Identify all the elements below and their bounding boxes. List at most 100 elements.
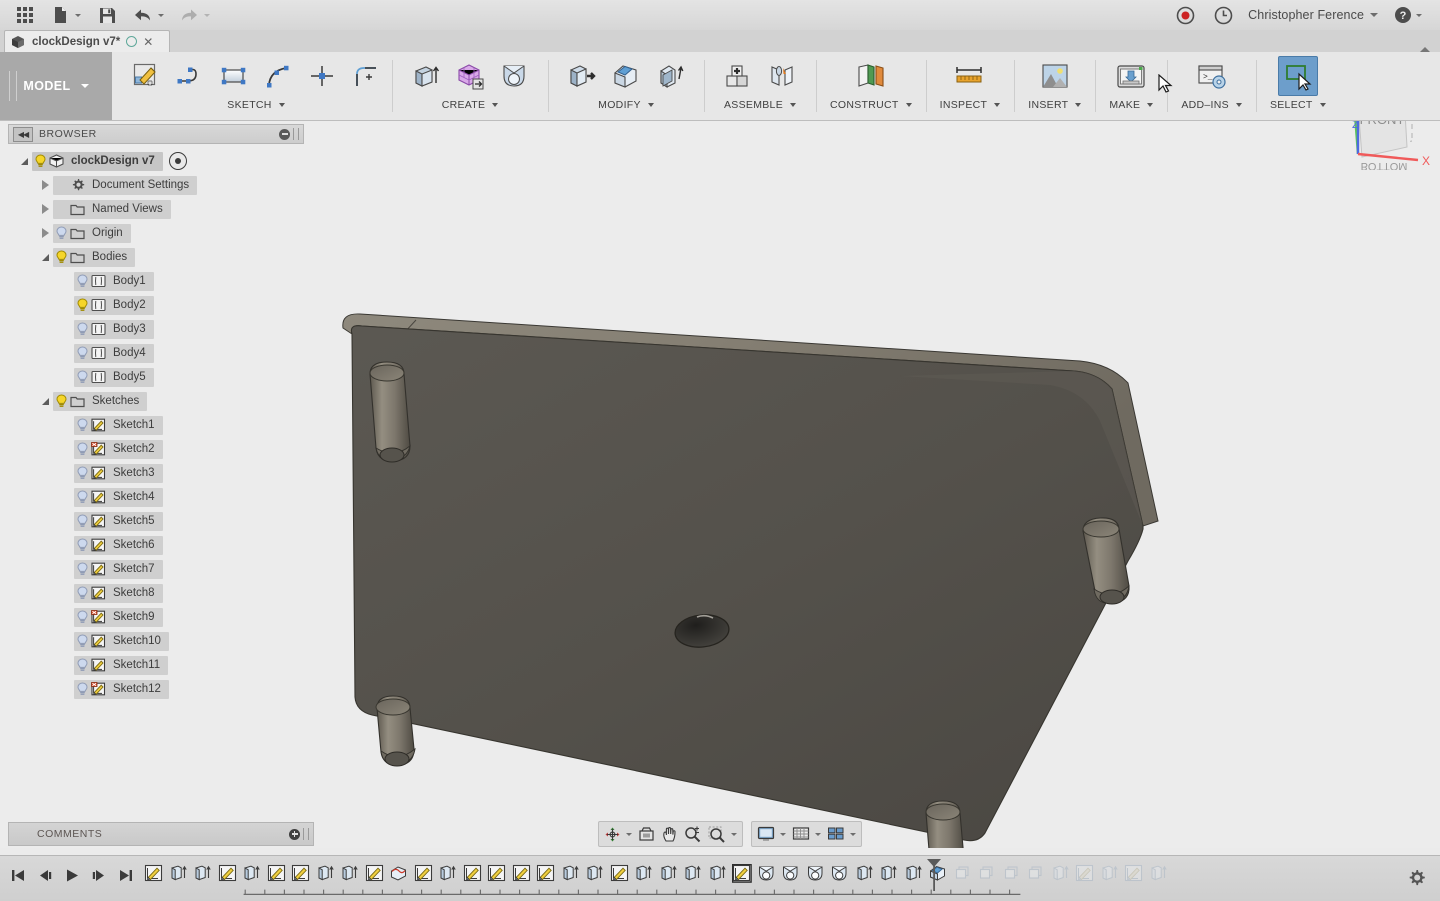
visibility-bulb-icon[interactable] <box>74 682 90 697</box>
viewports-icon[interactable] <box>824 823 859 845</box>
app-grid-icon[interactable] <box>8 2 42 28</box>
insert-image-icon[interactable] <box>1035 56 1075 96</box>
create-sketch-icon[interactable] <box>126 56 166 96</box>
step-forward-icon[interactable] <box>87 864 111 886</box>
timeline-feature-sketch-4[interactable] <box>216 861 241 885</box>
timeline-feature-extrude-30[interactable] <box>853 861 878 885</box>
ribbon-group-label-inspect[interactable]: INSPECT <box>940 99 1001 111</box>
fillet-icon[interactable] <box>346 56 386 96</box>
workspace-switcher[interactable]: MODEL <box>0 52 112 120</box>
timeline-track[interactable] <box>142 859 1380 899</box>
ribbon-group-label-insert[interactable]: INSERT <box>1028 99 1082 111</box>
press-pull-icon[interactable] <box>562 56 602 96</box>
visibility-bulb-icon[interactable] <box>74 634 90 649</box>
visibility-bulb-icon[interactable] <box>53 178 69 193</box>
chevron-down-icon[interactable] <box>790 103 796 107</box>
timeline-feature-extrude-31[interactable] <box>877 861 902 885</box>
browser-tree-item-body4[interactable]: Body4 <box>8 341 304 365</box>
timeline-feature-extrude-9[interactable] <box>338 861 363 885</box>
browser-tree-item-sketch6[interactable]: Sketch6 <box>8 533 304 557</box>
panel-grip[interactable] <box>303 828 309 840</box>
joint-icon[interactable] <box>762 56 802 96</box>
measure-icon[interactable] <box>950 56 990 96</box>
rectangle-icon[interactable] <box>214 56 254 96</box>
visibility-bulb-icon[interactable] <box>53 394 69 409</box>
visibility-bulb-icon[interactable] <box>74 370 90 385</box>
select-window-icon[interactable] <box>1277 56 1318 96</box>
ribbon-group-label-assemble[interactable]: ASSEMBLE <box>724 99 796 111</box>
look-at-icon[interactable] <box>635 823 658 845</box>
ribbon-group-label-construct[interactable]: CONSTRUCT <box>830 99 912 111</box>
timeline-feature-extrude-18[interactable] <box>559 861 584 885</box>
visibility-bulb-icon[interactable] <box>74 538 90 553</box>
visibility-bulb-icon[interactable] <box>53 250 69 265</box>
visibility-bulb-icon[interactable] <box>74 442 90 457</box>
chevron-down-icon[interactable] <box>75 13 81 17</box>
chevron-down-icon[interactable] <box>850 832 856 836</box>
timeline-feature-sketch-16[interactable] <box>510 861 535 885</box>
chevron-down-icon[interactable] <box>204 13 210 17</box>
timeline-feature-extrude-21[interactable] <box>632 861 657 885</box>
step-back-icon[interactable] <box>33 864 57 886</box>
chevron-down-icon[interactable] <box>80 84 89 88</box>
chevron-down-icon[interactable] <box>815 832 821 836</box>
browser-tree-item-bodies[interactable]: Bodies <box>8 245 304 269</box>
scripts-addins-icon[interactable]: >_ <box>1192 56 1232 96</box>
chevron-down-icon[interactable] <box>780 832 786 836</box>
collapse-arrow[interactable] <box>37 253 53 261</box>
undo-icon[interactable] <box>126 2 170 28</box>
timeline-feature-extrude-40[interactable] <box>1098 861 1123 885</box>
extrude-icon[interactable] <box>406 56 446 96</box>
play-icon[interactable] <box>60 864 84 886</box>
chevron-down-icon[interactable] <box>905 103 912 107</box>
visibility-bulb-icon[interactable] <box>74 298 90 313</box>
timeline-feature-extrude-32[interactable] <box>902 861 927 885</box>
visibility-bulb-icon[interactable] <box>53 202 69 217</box>
browser-tree-item-sketch12[interactable]: Sketch12 <box>8 677 304 701</box>
box-primitive-icon[interactable] <box>450 56 490 96</box>
browser-tree-item-sketch9[interactable]: Sketch9 <box>8 605 304 629</box>
timeline-feature-sketch-14[interactable] <box>461 861 486 885</box>
ribbon-group-label-create[interactable]: CREATE <box>442 99 499 111</box>
visibility-bulb-icon[interactable] <box>74 562 90 577</box>
ribbon-group-label-addins[interactable]: ADD–INS <box>1181 99 1242 111</box>
shell-icon[interactable] <box>650 56 690 96</box>
timeline-feature-sketch-20[interactable] <box>608 861 633 885</box>
timeline-feature-sketch-7[interactable] <box>289 861 314 885</box>
job-status-icon[interactable] <box>1206 2 1240 28</box>
browser-tree-item-body1[interactable]: Body1 <box>8 269 304 293</box>
timeline-feature-extrude-38[interactable] <box>1049 861 1074 885</box>
tab-sync-icon[interactable] <box>126 36 138 47</box>
fillet-3d-icon[interactable] <box>606 56 646 96</box>
browser-tree-item-sketch8[interactable]: Sketch8 <box>8 581 304 605</box>
browser-tree-item-sketch5[interactable]: Sketch5 <box>8 509 304 533</box>
chevron-down-icon[interactable] <box>647 103 654 107</box>
chevron-down-icon[interactable] <box>626 832 632 836</box>
chevron-down-icon[interactable] <box>1416 13 1422 17</box>
collapse-arrow[interactable] <box>37 397 53 405</box>
browser-tree-item-body3[interactable]: Body3 <box>8 317 304 341</box>
zoom-window-icon[interactable] <box>705 823 740 845</box>
timeline-feature-pattern-37[interactable] <box>1024 861 1049 885</box>
timeline-feature-sketch-15[interactable] <box>485 861 510 885</box>
arc-icon[interactable] <box>258 56 298 96</box>
collapse-arrow[interactable] <box>16 157 32 165</box>
expand-arrow[interactable] <box>37 228 53 238</box>
visibility-bulb-icon[interactable] <box>74 346 90 361</box>
ribbon-group-label-sketch[interactable]: SKETCH <box>227 99 285 111</box>
chevron-down-icon[interactable] <box>1370 13 1378 17</box>
3d-print-icon[interactable] <box>1111 56 1151 96</box>
chevron-down-icon[interactable] <box>1319 103 1326 107</box>
timeline-feature-extrude-13[interactable] <box>436 861 461 885</box>
new-file-icon[interactable] <box>44 2 88 28</box>
panel-grip[interactable] <box>293 128 299 140</box>
browser-tree-item-docsettings[interactable]: Document Settings <box>8 173 304 197</box>
visibility-bulb-icon[interactable] <box>32 154 48 169</box>
chevron-down-icon[interactable] <box>158 13 164 17</box>
chevron-down-icon[interactable] <box>1147 103 1154 107</box>
timeline-feature-extrude-3[interactable] <box>191 861 216 885</box>
record-icon[interactable] <box>1168 2 1202 28</box>
timeline-feature-revolve-26[interactable] <box>755 861 780 885</box>
chevron-down-icon[interactable] <box>278 103 285 107</box>
timeline-feature-revolve-27[interactable] <box>779 861 804 885</box>
